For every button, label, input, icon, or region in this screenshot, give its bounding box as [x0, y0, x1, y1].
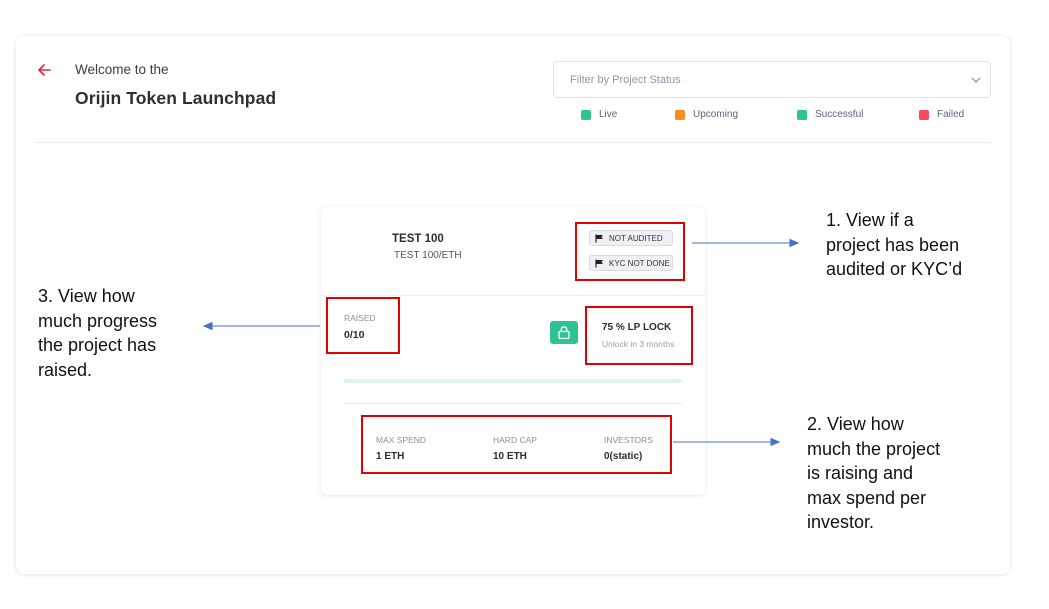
annotation-audit-kyc: 1. View if a project has been audited or…: [826, 208, 962, 282]
annotation-line: raised.: [38, 359, 93, 380]
annotation-line: 1. View if a: [826, 210, 914, 230]
annotation-line: much the project: [807, 438, 941, 459]
annotation-progress: 3. View how much progress the project ha…: [38, 284, 157, 382]
annotation-line: project has been: [826, 234, 960, 255]
annotation-line: the project has: [38, 335, 157, 355]
annotation-line: 2. View how: [807, 414, 904, 434]
arrow-head-stats: [770, 437, 781, 447]
annotation-line: audited or KYC’d: [826, 259, 963, 279]
annotation-line: 3. View how: [38, 286, 135, 306]
annotation-line: much progress: [38, 310, 158, 331]
arrow-head-raised: [202, 321, 213, 331]
annotation-line: is raising and: [807, 463, 914, 483]
annotation-raising: 2. View how much the project is raising …: [807, 412, 940, 535]
annotation-line: investor.: [807, 512, 875, 532]
annotation-line: max spend per: [807, 487, 927, 508]
arrow-head-audit: [789, 238, 800, 248]
